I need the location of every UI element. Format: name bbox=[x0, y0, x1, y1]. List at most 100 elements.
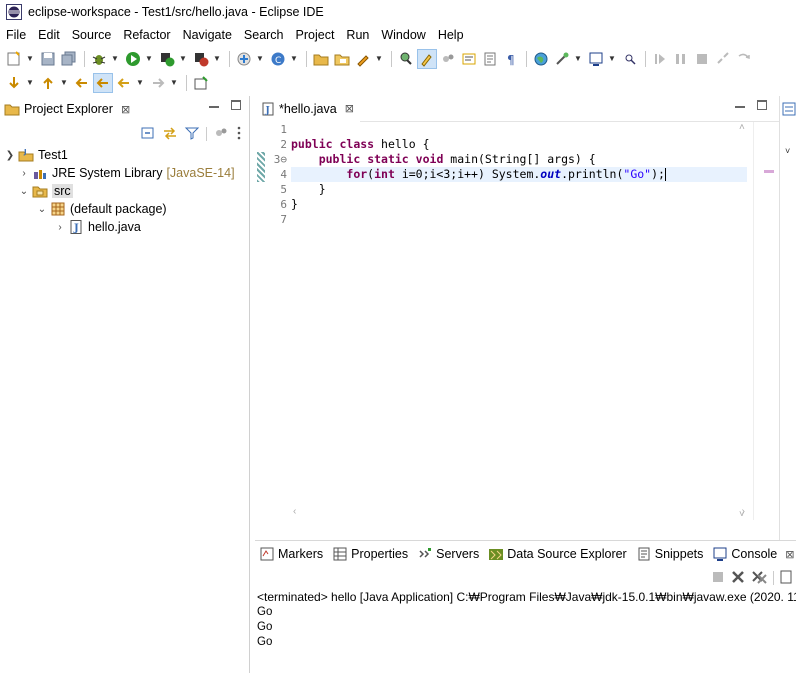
open-folder-icon[interactable] bbox=[311, 49, 331, 69]
suspend-icon[interactable] bbox=[671, 49, 691, 69]
new-class-dropdown-icon[interactable]: ▼ bbox=[289, 49, 299, 69]
tab-data-source-explorer[interactable]: Data Source Explorer bbox=[484, 541, 632, 567]
back-edit-icon[interactable] bbox=[93, 72, 113, 93]
chevron-right-icon[interactable]: › bbox=[54, 222, 66, 233]
console-view-icon[interactable] bbox=[586, 49, 606, 69]
external-tools-icon[interactable] bbox=[191, 49, 211, 69]
search-icon[interactable] bbox=[396, 49, 416, 69]
menu-search[interactable]: Search bbox=[238, 24, 290, 46]
wizard-icon[interactable] bbox=[552, 49, 572, 69]
new-class-icon[interactable]: C bbox=[268, 49, 288, 69]
chevron-right-icon[interactable]: › bbox=[18, 168, 30, 179]
run-icon[interactable] bbox=[123, 49, 143, 69]
tab-servers[interactable]: Servers bbox=[413, 541, 484, 567]
pin-editor-icon[interactable] bbox=[191, 73, 211, 93]
overview-marker[interactable] bbox=[764, 170, 774, 173]
menu-window[interactable]: Window bbox=[375, 24, 431, 46]
close-icon[interactable]: ⊠ bbox=[121, 103, 130, 116]
view-menu-icon[interactable] bbox=[235, 125, 243, 144]
close-icon[interactable]: ⊠ bbox=[785, 548, 794, 561]
back-icon[interactable] bbox=[114, 73, 134, 93]
remove-all-terminated-icon[interactable] bbox=[751, 570, 767, 587]
previous-annotation-icon[interactable] bbox=[38, 73, 58, 93]
disconnect-icon[interactable] bbox=[713, 49, 733, 69]
debug-dropdown-icon[interactable]: ▼ bbox=[110, 49, 120, 69]
menu-navigate[interactable]: Navigate bbox=[177, 24, 238, 46]
code-area[interactable]: public class hello { public static void … bbox=[291, 122, 747, 520]
new-project-dropdown-icon[interactable]: ▼ bbox=[255, 49, 265, 69]
menu-source[interactable]: Source bbox=[66, 24, 118, 46]
debug-icon[interactable] bbox=[89, 49, 109, 69]
tree-item-project[interactable]: ❯ J Test1 bbox=[4, 146, 249, 164]
next-annotation-dropdown-icon[interactable]: ▼ bbox=[25, 73, 35, 93]
tab-markers[interactable]: Markers bbox=[255, 541, 328, 567]
new-icon[interactable] bbox=[4, 49, 24, 69]
chevron-down-icon[interactable]: ˅ bbox=[785, 146, 790, 156]
pencil-dropdown-icon[interactable]: ▼ bbox=[374, 49, 384, 69]
pilcrow-icon[interactable]: ¶ bbox=[501, 49, 521, 69]
overview-ruler[interactable] bbox=[753, 122, 779, 520]
new-dropdown-icon[interactable]: ▼ bbox=[25, 49, 35, 69]
console-menu-icon[interactable] bbox=[780, 570, 792, 587]
vertical-scrollbar[interactable]: ˄ ˅ bbox=[739, 122, 751, 520]
filter-icon[interactable] bbox=[184, 125, 200, 144]
console-view-dropdown-icon[interactable]: ▼ bbox=[607, 49, 617, 69]
chevron-down-icon[interactable]: ⌄ bbox=[36, 204, 48, 215]
editor-body[interactable]: 1 2 3⊖ 4 5 6 7 public class hello { publ… bbox=[255, 122, 779, 520]
coverage-icon[interactable] bbox=[157, 49, 177, 69]
tab-hello-java[interactable]: J *hello.java ⊠ bbox=[255, 95, 360, 122]
run-dropdown-icon[interactable]: ▼ bbox=[144, 49, 154, 69]
menu-run[interactable]: Run bbox=[340, 24, 375, 46]
scroll-up-icon[interactable]: ˄ bbox=[739, 122, 745, 133]
close-icon[interactable]: ⊠ bbox=[345, 102, 354, 115]
resume-icon[interactable] bbox=[650, 49, 670, 69]
coverage-dropdown-icon[interactable]: ▼ bbox=[178, 49, 188, 69]
mark-occurrences-icon[interactable] bbox=[417, 48, 437, 69]
tree-item-package[interactable]: ⌄ (default package) bbox=[4, 200, 249, 218]
menu-edit[interactable]: Edit bbox=[32, 24, 66, 46]
scroll-down-icon[interactable]: ˅ bbox=[739, 509, 745, 520]
next-annotation-icon[interactable] bbox=[4, 73, 24, 93]
tree-item-file[interactable]: › J hello.java bbox=[4, 218, 249, 236]
terminate-icon[interactable] bbox=[692, 49, 712, 69]
collapse-all-icon[interactable] bbox=[140, 125, 156, 144]
chevron-down-icon[interactable]: ⌄ bbox=[18, 186, 30, 197]
outline-icon[interactable] bbox=[782, 102, 796, 116]
external-tools-dropdown-icon[interactable]: ▼ bbox=[212, 49, 222, 69]
tab-properties[interactable]: Properties bbox=[328, 541, 413, 567]
minimize-icon[interactable] bbox=[209, 98, 219, 108]
line-number[interactable]: 3⊖ bbox=[267, 152, 291, 167]
word-wrap-icon[interactable] bbox=[480, 49, 500, 69]
menu-refactor[interactable]: Refactor bbox=[117, 24, 176, 46]
maximize-icon[interactable] bbox=[231, 100, 241, 110]
show-whitespace-icon[interactable] bbox=[459, 49, 479, 69]
menu-help[interactable]: Help bbox=[432, 24, 470, 46]
remove-launch-icon[interactable] bbox=[731, 570, 745, 587]
tab-project-explorer[interactable]: Project Explorer ⊠ bbox=[0, 96, 136, 122]
tab-snippets[interactable]: Snippets bbox=[632, 541, 709, 567]
back-dropdown-icon[interactable]: ▼ bbox=[135, 73, 145, 93]
forward-icon[interactable] bbox=[148, 73, 168, 93]
terminate-icon[interactable] bbox=[711, 570, 725, 587]
globe-icon[interactable] bbox=[531, 49, 551, 69]
chevron-down-icon[interactable]: ❯ bbox=[4, 150, 16, 161]
step-icon[interactable] bbox=[734, 49, 754, 69]
new-java-project-icon[interactable] bbox=[234, 49, 254, 69]
search-small-icon[interactable] bbox=[620, 49, 640, 69]
scroll-left-icon[interactable]: ‹ bbox=[293, 506, 296, 517]
link-with-editor-icon[interactable] bbox=[162, 125, 178, 144]
open-project-icon[interactable] bbox=[332, 49, 352, 69]
previous-annotation-dropdown-icon[interactable]: ▼ bbox=[59, 73, 69, 93]
tree-item-jre[interactable]: › JRE System Library [JavaSE-14] bbox=[4, 164, 249, 182]
save-icon[interactable] bbox=[38, 49, 58, 69]
horizontal-scrollbar[interactable]: ‹ › bbox=[291, 504, 747, 520]
focus-icon[interactable] bbox=[213, 125, 229, 144]
maximize-icon[interactable] bbox=[757, 100, 767, 110]
tree-item-src[interactable]: ⌄ src bbox=[4, 182, 249, 200]
menu-file[interactable]: File bbox=[0, 24, 32, 46]
console-output[interactable]: Go Go Go bbox=[255, 605, 796, 650]
save-all-icon[interactable] bbox=[59, 49, 79, 69]
tab-console[interactable]: Console ⊠ bbox=[708, 541, 796, 567]
wizard-dropdown-icon[interactable]: ▼ bbox=[573, 49, 583, 69]
pencil-icon[interactable] bbox=[353, 49, 373, 69]
